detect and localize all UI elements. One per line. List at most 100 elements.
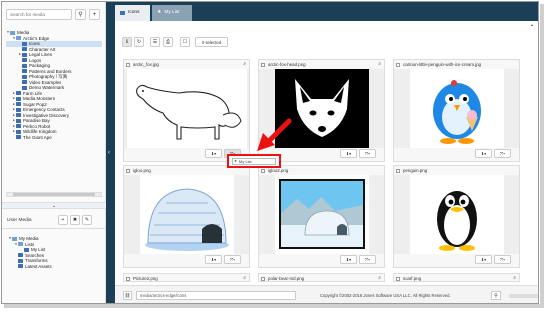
download-dropdown-button[interactable]: ⬇▾ <box>475 255 492 264</box>
chevron-up-icon: ▴ <box>531 22 534 27</box>
dropdown-item-label: My List <box>239 159 252 164</box>
download-dropdown-button[interactable]: ⬇▾ <box>340 149 357 158</box>
asset-card[interactable]: igloo.png ⬇▾ ⤧▾ <box>123 165 250 268</box>
zoom-icon[interactable]: ⌕ <box>243 275 246 281</box>
delete-list-button[interactable]: ✖ <box>70 215 80 225</box>
info-button[interactable]: ℹ <box>122 37 132 47</box>
media-sidebar: ⚲ + ▾Media▾Arctic's EdgeIconsCharacter A… <box>2 2 106 303</box>
star-icon: ★ <box>234 159 238 163</box>
zoom-icon[interactable]: ⌕ <box>243 61 246 67</box>
transform-dropdown-button[interactable]: ⤧▾ <box>494 149 511 158</box>
tree-item[interactable]: Latest Assets <box>8 264 104 270</box>
media-folder-tree: ▾ Media ▾ Arctic's Edge Icons Character Art ▸ L… <box>6 30 102 140</box>
download-dropdown-button[interactable]: ⬇▾ <box>340 255 357 264</box>
link-icon: ⛓ <box>124 292 131 298</box>
download-icon: ⬇▾ <box>480 257 487 262</box>
selected-count-button[interactable]: 0 selected <box>195 37 228 47</box>
zoom-icon[interactable]: ⌕ <box>378 61 381 67</box>
asset-card[interactable]: cartoon-little-penguin-with-ice-cream.jp… <box>393 59 520 162</box>
folder-icon <box>24 247 29 252</box>
collapse-panel-handle[interactable]: ⌄ <box>2 202 106 209</box>
folder-icon <box>16 118 21 123</box>
download-dropdown-button[interactable]: ⬇▾ <box>475 149 492 158</box>
zoom-icon[interactable]: ⌕ <box>513 275 516 281</box>
list-view-button[interactable]: ☰ <box>150 37 160 47</box>
folder-icon <box>16 113 21 118</box>
select-all-checkbox[interactable]: ☐ <box>180 37 190 47</box>
folder-icon <box>16 102 21 107</box>
add-media-button[interactable]: + <box>89 9 100 20</box>
tab-my-list-label: My List <box>164 10 180 15</box>
refresh-button[interactable]: ↻ <box>134 37 144 47</box>
asset-toolbar: ℹ ↻ ☰ ⎙ ☐ 0 selected <box>115 21 538 55</box>
footer-scrollbar[interactable] <box>509 294 538 298</box>
folder-icon <box>18 264 23 269</box>
asset-card[interactable]: scarf.png ⌕ <box>393 273 520 282</box>
info-icon: ℹ <box>126 39 128 45</box>
asset-grid: arctic_fox.jpg ⌕ ⬇▾ ⤧▾ arctic-fox-head.p… <box>115 55 538 285</box>
folder-icon <box>22 85 27 90</box>
asset-card[interactable]: Picture2.png ⌕ <box>123 273 250 282</box>
download-dropdown-button[interactable]: ⬇▾ <box>205 255 222 264</box>
asset-thumbnail[interactable] <box>124 175 249 254</box>
edit-list-button[interactable]: ✎ <box>82 215 92 225</box>
asset-card[interactable]: arctic_fox.jpg ⌕ ⬇▾ ⤧▾ <box>123 59 250 162</box>
asset-card[interactable]: igloo2.png ⬇▾ ⤧▾ <box>258 165 385 268</box>
transform-dropdown-button[interactable]: ⤧▾ <box>359 255 376 264</box>
tree-horizontal-scrollbar[interactable] <box>6 192 102 197</box>
folder-icon <box>18 253 23 258</box>
asset-thumbnail[interactable] <box>124 69 249 148</box>
folder-icon <box>16 129 21 134</box>
transform-dropdown-button[interactable]: ⤧▾ <box>224 255 241 264</box>
grid-vertical-scrollbar[interactable]: ▴ <box>527 21 538 285</box>
download-icon: ⬇▾ <box>210 151 217 156</box>
folder-icon <box>22 47 27 52</box>
download-dropdown-button[interactable]: ⬇▾ <box>205 149 222 158</box>
folder-icon <box>18 258 23 263</box>
penguin-image <box>409 175 504 254</box>
tree-item[interactable]: The Giant Ape <box>6 135 102 141</box>
selected-count-label: 0 selected <box>201 39 222 45</box>
tree-item-label: Latest Assets <box>25 263 52 269</box>
asset-card[interactable]: polar-bear-md.png ⌕ <box>258 273 385 282</box>
asset-thumbnail[interactable] <box>394 175 519 254</box>
asset-path-field[interactable]: media/arctics-edge/icons <box>136 291 296 300</box>
tab-icons[interactable]: Icons <box>115 5 150 21</box>
download-icon: ⬇▾ <box>480 151 487 156</box>
asset-card[interactable]: penguin.png ⬇▾ ⤧▾ <box>393 165 520 268</box>
asset-thumbnail[interactable] <box>259 175 384 254</box>
link-button[interactable]: ⛓ <box>123 291 132 300</box>
checkbox-icon: ☐ <box>182 39 188 45</box>
arctic-fox-image <box>126 69 247 148</box>
print-icon: ⎙ <box>165 39 170 45</box>
panel-resize-handle[interactable]: ‹ <box>106 2 115 303</box>
asset-filename: polar-bear-md.png <box>268 276 305 281</box>
transform-dropdown-button[interactable]: ⤧▾ <box>494 255 511 264</box>
plus-icon: + <box>92 11 97 18</box>
folder-icon <box>10 30 15 35</box>
folder-icon <box>16 91 21 96</box>
footer-search-button[interactable]: ⚲ <box>491 291 501 300</box>
penguin-ice-cream-image <box>409 69 504 148</box>
sidebar-search-row: ⚲ + <box>6 9 100 20</box>
asset-thumbnail[interactable] <box>394 69 519 148</box>
asset-filename: scarf.png <box>403 276 422 281</box>
folder-icon <box>22 80 27 85</box>
add-list-button[interactable]: + <box>58 215 68 225</box>
tab-my-list[interactable]: ★ My List <box>152 5 192 21</box>
asset-filename: arctic_fox.jpg <box>133 62 159 67</box>
media-search-input[interactable] <box>6 9 72 20</box>
dropdown-item-my-list[interactable]: ★ My List <box>232 158 276 165</box>
folder-icon <box>120 11 125 15</box>
transform-icon: ⤧▾ <box>230 257 235 262</box>
zoom-icon[interactable]: ⌕ <box>378 275 381 281</box>
pencil-icon: ✎ <box>84 217 90 223</box>
transform-dropdown-button[interactable]: ⤧▾ <box>359 149 376 158</box>
transform-icon: ⤧▾ <box>365 257 370 262</box>
search-button[interactable]: ⚲ <box>75 9 86 20</box>
app-window: ⚲ + ▾Media▾Arctic's EdgeIconsCharacter A… <box>1 1 539 304</box>
print-button[interactable]: ⎙ <box>163 37 173 47</box>
folder-icon <box>22 52 27 57</box>
tree-item-label: The Giant Ape <box>23 134 52 140</box>
close-icon: ✖ <box>72 217 78 223</box>
